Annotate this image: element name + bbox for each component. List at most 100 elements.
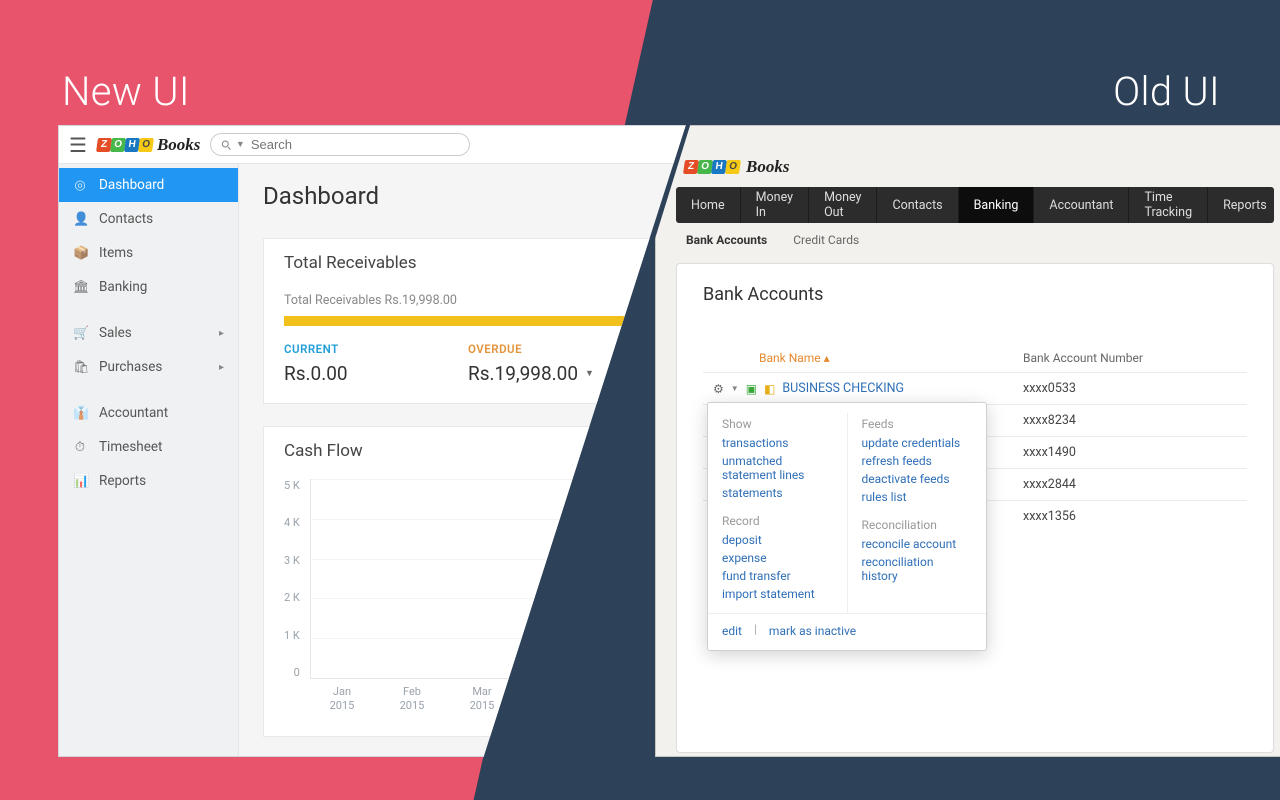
nav-money-out[interactable]: Money Out — [809, 187, 877, 223]
y-tick: 2 K — [284, 591, 300, 604]
account-number: xxxx8234 — [1023, 413, 1193, 428]
sidebar-item-items[interactable]: 📦 Items — [59, 236, 238, 270]
current-value: Rs.0.00 — [284, 362, 468, 385]
brand[interactable]: ZOHO Books — [97, 136, 200, 153]
chevron-down-icon: ▼ — [585, 368, 594, 379]
nav-banking[interactable]: Banking — [959, 187, 1035, 223]
nav-money-in[interactable]: Money In — [741, 187, 809, 223]
bank-accounts-panel: Bank Accounts Bank Name ▴ Bank Account N… — [676, 263, 1274, 753]
sidebar-item-label: Dashboard — [99, 177, 164, 193]
sidebar-item-label: Timesheet — [99, 439, 162, 455]
sidebar: ◎ Dashboard 👤 Contacts 📦 Items 🏛 Banking 🛒Sales▸… — [59, 164, 239, 756]
sidebar-item-label: Purchases — [99, 359, 162, 375]
nav-contacts[interactable]: Contacts — [877, 187, 958, 223]
y-tick: 5 K — [284, 479, 300, 492]
timesheet-icon: ⏱ — [73, 440, 87, 455]
page-title: Dashboard — [263, 182, 673, 210]
account-name-link[interactable]: BUSINESS CHECKING — [782, 381, 904, 396]
account-number: xxxx0533 — [1023, 381, 1193, 396]
receivables-progress-bar — [284, 316, 652, 326]
search-input[interactable] — [251, 137, 460, 152]
sales-icon: 🛒 — [73, 326, 87, 341]
chevron-right-icon: ▸ — [219, 362, 224, 373]
x-tick: Jan2015 — [324, 685, 360, 714]
popover-footer: edit | mark as inactive — [708, 613, 986, 650]
banking-icon: 🏛 — [73, 280, 87, 295]
popover-item[interactable]: statements — [722, 484, 833, 502]
old-main-nav: HomeMoney InMoney OutContactsBankingAcco… — [676, 187, 1274, 223]
search-scope-caret-icon[interactable]: ▼ — [236, 139, 245, 150]
x-tick: Mar2015 — [464, 685, 500, 714]
sidebar-item-label: Banking — [99, 279, 147, 295]
current-label: CURRENT — [284, 342, 468, 356]
popover-item[interactable]: expense — [722, 549, 833, 567]
popover-group-label: Feeds — [862, 417, 973, 431]
account-number: xxxx1356 — [1023, 509, 1193, 524]
panel-title: Bank Accounts — [703, 284, 1247, 305]
account-number: xxxx2844 — [1023, 477, 1193, 492]
popover-edit[interactable]: edit — [722, 622, 742, 640]
col-account-number[interactable]: Bank Account Number — [1023, 351, 1193, 365]
sidebar-item-banking[interactable]: 🏛 Banking — [59, 270, 238, 304]
popover-mark-inactive[interactable]: mark as inactive — [769, 622, 856, 640]
popover-item[interactable]: update credentials — [862, 434, 973, 452]
popover-group-label: Show — [722, 417, 833, 431]
popover-item[interactable]: deposit — [722, 531, 833, 549]
popover-item[interactable]: unmatched statement lines — [722, 452, 833, 484]
sidebar-item-contacts[interactable]: 👤 Contacts — [59, 202, 238, 236]
sort-asc-icon: ▴ — [824, 351, 830, 365]
hero-new-label: New UI — [62, 68, 190, 115]
feed-active-icon: ▣ — [746, 382, 757, 396]
items-icon: 📦 — [73, 246, 87, 261]
popover-group-label: Record — [722, 514, 833, 528]
popover-item[interactable]: refresh feeds — [862, 452, 973, 470]
sidebar-item-label: Items — [99, 245, 133, 261]
table-row[interactable]: ⚙▼ ▣ ◧ BUSINESS CHECKINGxxxx0533 — [703, 372, 1247, 404]
receivables-subtext: Total Receivables Rs.19,998.00 — [264, 283, 672, 316]
sidebar-item-label: Reports — [99, 473, 146, 489]
y-tick: 3 K — [284, 554, 300, 567]
old-ui-window: ZOHO Books HomeMoney InMoney OutContacts… — [655, 125, 1280, 757]
popover-group-label: Reconciliation — [862, 518, 973, 532]
global-search[interactable]: ▼ — [210, 133, 470, 156]
nav-home[interactable]: Home — [676, 187, 741, 223]
dashboard-icon: ◎ — [73, 178, 87, 193]
sidebar-item-dashboard[interactable]: ◎ Dashboard — [59, 168, 238, 202]
popover-item[interactable]: transactions — [722, 434, 833, 452]
sidebar-item-accountant[interactable]: 👔Accountant — [59, 396, 238, 430]
col-bank-name[interactable]: Bank Name ▴ — [713, 351, 1023, 365]
sidebar-item-sales[interactable]: 🛒Sales▸ — [59, 316, 238, 350]
nav-reports[interactable]: Reports — [1208, 187, 1280, 223]
old-subtabs: Bank Accounts Credit Cards — [656, 223, 1280, 251]
popover-item[interactable]: reconciliation history — [862, 553, 973, 585]
popover-item[interactable]: fund transfer — [722, 567, 833, 585]
purchases-icon: 🛍 — [73, 360, 87, 375]
receivables-heading: Total Receivables — [264, 239, 672, 283]
sidebar-item-purchases[interactable]: 🛍 Purchases ▸ — [59, 350, 238, 384]
sidebar-item-timesheet[interactable]: ⏱ Timesheet — [59, 430, 238, 464]
old-header: ZOHO Books — [656, 126, 1280, 187]
reports-icon: 📊 — [73, 474, 87, 489]
menu-icon[interactable]: ☰ — [69, 133, 87, 157]
popover-item[interactable]: deactivate feeds — [862, 470, 973, 488]
contacts-icon: 👤 — [73, 212, 87, 227]
sidebar-item-label: Contacts — [99, 211, 153, 227]
brand-name: Books — [746, 158, 789, 175]
popover-item[interactable]: import statement — [722, 585, 833, 603]
y-tick: 0 — [294, 666, 300, 679]
popover-item[interactable]: reconcile account — [862, 535, 973, 553]
nav-time-tracking[interactable]: Time Tracking — [1129, 187, 1208, 223]
caret-down-icon[interactable]: ▼ — [731, 384, 739, 393]
subtab-credit-cards[interactable]: Credit Cards — [793, 233, 859, 247]
y-tick: 4 K — [284, 516, 300, 529]
brand-name: Books — [157, 136, 200, 153]
y-tick: 1 K — [284, 629, 300, 642]
popover-item[interactable]: rules list — [862, 488, 973, 506]
gear-icon[interactable]: ⚙ — [713, 382, 724, 396]
hero-old-label: Old UI — [1113, 68, 1220, 115]
sidebar-item-reports[interactable]: 📊 Reports — [59, 464, 238, 498]
nav-accountant[interactable]: Accountant — [1034, 187, 1129, 223]
table-header: Bank Name ▴ Bank Account Number — [703, 345, 1247, 372]
topbar: ☰ ZOHO Books ▼ — [59, 126, 697, 164]
subtab-bank-accounts[interactable]: Bank Accounts — [686, 233, 767, 247]
